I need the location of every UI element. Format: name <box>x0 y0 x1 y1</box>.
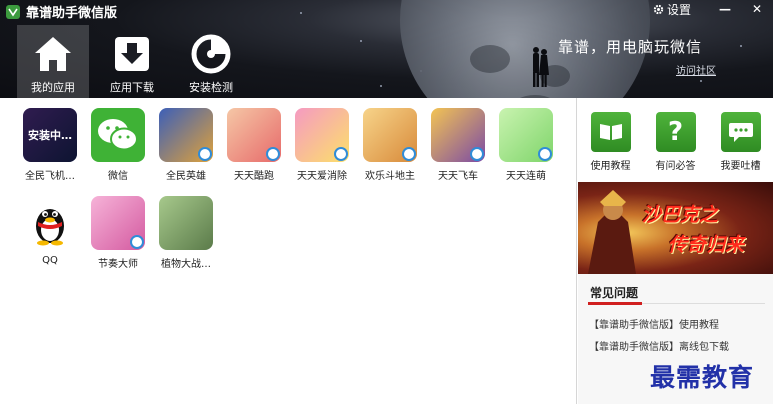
help-toolbar: 使用教程 ? 有问必答 我要吐槽 <box>578 98 773 182</box>
tab-install-check[interactable]: 安装检测 <box>175 25 247 98</box>
scan-icon <box>191 33 231 75</box>
faq-accent-bar <box>588 302 642 305</box>
chat-bubble-icon <box>720 112 761 152</box>
settings-button[interactable]: 设置 <box>653 1 691 18</box>
app-tile[interactable]: 天天爱消除 <box>288 108 356 196</box>
download-icon <box>113 33 151 75</box>
main-tabs: 我的应用 应用下载 安装检测 <box>17 25 254 98</box>
app-name: 节奏大师 <box>98 259 138 270</box>
help-label: 使用教程 <box>590 161 631 172</box>
my-apps-panel: 安装中… 全民飞机… 微信 全民英雄 天天酷跑 天天爱消除 欢乐斗地主 天天飞车… <box>0 98 577 404</box>
app-name: 欢乐斗地主 <box>365 171 415 182</box>
app-grid: 安装中… 全民飞机… 微信 全民英雄 天天酷跑 天天爱消除 欢乐斗地主 天天飞车… <box>16 108 566 284</box>
app-name: 天天飞车 <box>438 171 478 182</box>
promo-line-1: 沙巴克之 <box>642 204 719 226</box>
question-icon: ? <box>655 112 696 152</box>
warrior-art <box>588 190 636 274</box>
wechat-icon <box>91 108 145 162</box>
tab-label: 应用下载 <box>110 81 154 94</box>
app-tile[interactable]: QQ <box>16 196 84 284</box>
app-tile[interactable]: 天天连萌 <box>492 108 560 196</box>
app-tile[interactable]: 植物大战… <box>152 196 220 284</box>
tencent-badge-icon <box>198 147 212 161</box>
window-controls: 设置 — ✕ <box>653 0 773 18</box>
community-link[interactable]: 访问社区 <box>676 62 716 77</box>
app-name: 微信 <box>108 171 128 182</box>
tencent-badge-icon <box>334 147 348 161</box>
faq-button[interactable]: ? 有问必答 <box>655 112 696 182</box>
tencent-badge-icon <box>266 147 280 161</box>
app-name: 天天爱消除 <box>297 171 347 182</box>
plane-game-icon: 安装中… <box>23 108 77 162</box>
hero-game-icon <box>159 108 213 162</box>
promo-line-2: 传奇归来 <box>668 234 745 256</box>
tutorial-button[interactable]: 使用教程 <box>590 112 631 182</box>
tab-label: 安装检测 <box>189 81 233 94</box>
help-label: 有问必答 <box>655 161 696 172</box>
feedback-button[interactable]: 我要吐槽 <box>720 112 761 182</box>
promo-banner[interactable]: 沙巴克之 传奇归来 <box>578 182 773 274</box>
racing-game-icon <box>431 108 485 162</box>
app-name: 天天酷跑 <box>234 171 274 182</box>
tencent-badge-icon <box>130 235 144 249</box>
app-tile[interactable]: 天天飞车 <box>424 108 492 196</box>
faq-link[interactable]: 【靠谱助手微信版】离线包下载 <box>589 338 729 353</box>
parkour-game-icon <box>227 108 281 162</box>
close-icon: ✕ <box>751 2 763 16</box>
landlord-game-icon <box>363 108 417 162</box>
link-game-icon <box>499 108 553 162</box>
app-tile[interactable]: 节奏大师 <box>84 196 152 284</box>
app-name: 植物大战… <box>161 259 211 270</box>
tencent-badge-icon <box>402 147 416 161</box>
app-name: 天天连萌 <box>506 171 546 182</box>
close-button[interactable]: ✕ <box>741 0 773 18</box>
faq-title: 常见问题 <box>590 286 639 300</box>
tab-my-apps[interactable]: 我的应用 <box>17 25 89 98</box>
tencent-badge-icon <box>470 147 484 161</box>
plants-zombies-icon <box>159 196 213 250</box>
app-name: 全民英雄 <box>166 171 206 182</box>
minimize-button[interactable]: — <box>709 0 741 18</box>
slogan-text: 靠谱，用电脑玩微信 <box>558 38 703 56</box>
app-title-group: 靠谱助手微信版 <box>6 2 117 21</box>
help-label: 我要吐槽 <box>720 161 761 172</box>
faq-link[interactable]: 【靠谱助手微信版】使用教程 <box>589 316 729 331</box>
rhythm-game-icon <box>91 196 145 250</box>
tencent-badge-icon <box>538 147 552 161</box>
gear-icon <box>653 4 664 14</box>
tab-app-download[interactable]: 应用下载 <box>96 25 168 98</box>
app-name: 全民飞机… <box>25 171 75 182</box>
book-icon <box>590 112 631 152</box>
match-game-icon <box>295 108 349 162</box>
faq-links: 【靠谱助手微信版】使用教程 【靠谱助手微信版】离线包下载 <box>589 316 729 360</box>
app-tile[interactable]: 微信 <box>84 108 152 196</box>
minimize-icon: — <box>719 2 731 16</box>
app-logo-icon <box>6 4 20 19</box>
tab-label: 我的应用 <box>31 81 75 94</box>
app-tile[interactable]: 天天酷跑 <box>220 108 288 196</box>
app-tile[interactable]: 安装中… 全民飞机… <box>16 108 84 196</box>
qq-penguin-icon <box>23 196 77 250</box>
header-bar: 靠谱助手微信版 设置 — ✕ 我的应用 应用下载 安装检测 靠谱，用电脑玩微信 … <box>0 0 773 98</box>
installing-overlay: 安装中… <box>23 108 77 162</box>
app-tile[interactable]: 全民英雄 <box>152 108 220 196</box>
app-title: 靠谱助手微信版 <box>26 6 118 21</box>
couple-silhouette-icon <box>533 47 549 87</box>
app-name: QQ <box>42 255 58 266</box>
settings-label: 设置 <box>666 2 691 17</box>
app-tile[interactable]: 欢乐斗地主 <box>356 108 424 196</box>
watermark-text: 最需教育 <box>650 363 755 392</box>
home-icon <box>33 33 73 75</box>
